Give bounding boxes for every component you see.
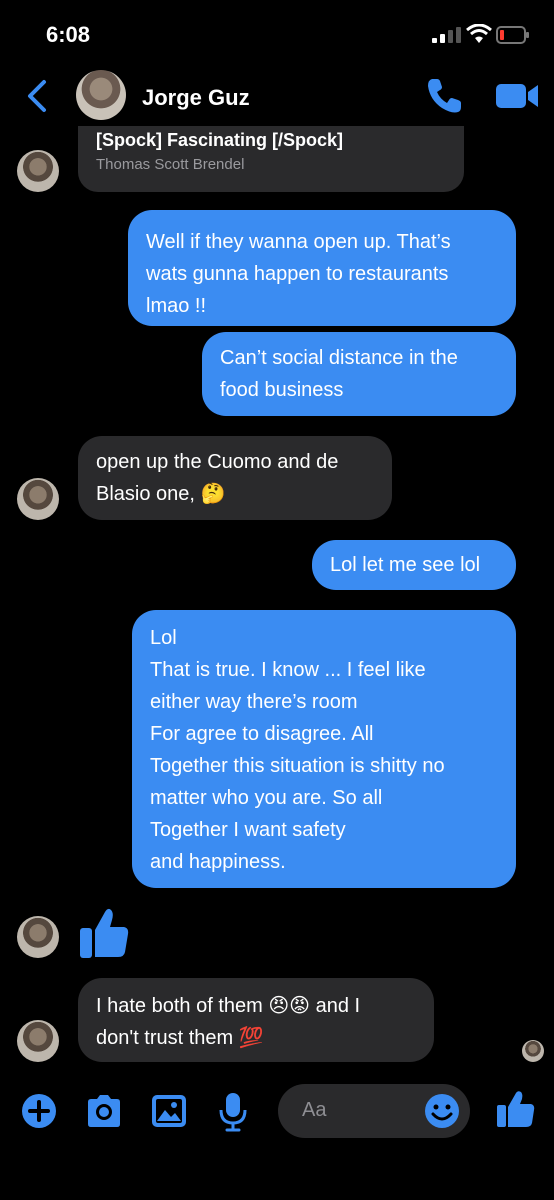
message-line: Can’t social distance in the	[220, 347, 458, 369]
quoted-message[interactable]: [Spock] Fascinating [/Spock] Thomas Scot…	[78, 126, 464, 192]
conversation-header: Jorge Guz	[0, 60, 554, 132]
message-line: For agree to disagree. All	[150, 723, 374, 745]
sender-avatar[interactable]	[17, 478, 59, 520]
message-line: I hate both of them 😠😡 and I	[96, 995, 361, 1017]
sender-avatar[interactable]	[17, 916, 59, 958]
message-line: food business	[220, 379, 344, 401]
image-icon[interactable]	[150, 1092, 188, 1130]
message-line: Well if they wanna open up. That’s	[146, 231, 451, 253]
contact-avatar[interactable]	[76, 70, 126, 120]
thumbs-up-send-icon[interactable]	[496, 1089, 536, 1129]
message-line: either way there’s room	[150, 691, 358, 713]
contact-name[interactable]: Jorge Guz	[142, 85, 250, 111]
outgoing-message[interactable]: Can’t social distance in the food busine…	[202, 332, 516, 416]
message-line: Together I want safety	[150, 819, 346, 841]
emoji-icon[interactable]	[424, 1093, 460, 1129]
message-line: Lol	[150, 627, 177, 649]
message-line: lmao !!	[146, 295, 207, 317]
message-line: Together this situation is shitty no	[150, 755, 445, 777]
message-line: don't trust them 💯	[96, 1027, 264, 1049]
camera-icon[interactable]	[84, 1092, 124, 1130]
microphone-icon[interactable]	[218, 1092, 248, 1132]
message-input-placeholder: Aa	[302, 1099, 327, 1121]
back-chevron-icon[interactable]	[24, 78, 50, 114]
message-line: Lol let me see lol	[330, 554, 481, 576]
cellular-signal-icon	[432, 27, 461, 43]
message-line: That is true. I know ... I feel like	[150, 659, 426, 681]
message-line: matter who you are. So all	[150, 787, 383, 809]
incoming-message[interactable]: I hate both of them 😠😡 and I don't trust…	[78, 978, 434, 1062]
phone-icon[interactable]	[424, 76, 464, 116]
sender-avatar[interactable]	[17, 1020, 59, 1062]
message-line: Blasio one, 🤔	[96, 483, 226, 505]
battery-icon	[496, 26, 529, 44]
incoming-message[interactable]: open up the Cuomo and de Blasio one, 🤔	[78, 436, 392, 520]
status-time: 6:08	[46, 22, 91, 47]
plus-icon[interactable]	[20, 1092, 58, 1130]
video-camera-icon[interactable]	[494, 80, 540, 112]
outgoing-message[interactable]: Well if they wanna open up. That’s wats …	[128, 210, 516, 326]
message-line: open up the Cuomo and de	[96, 451, 339, 473]
outgoing-message[interactable]: Lol That is true. I know ... I feel like…	[132, 610, 516, 888]
outgoing-message[interactable]: Lol let me see lol	[312, 540, 516, 590]
wifi-icon	[466, 24, 492, 43]
quote-title: [Spock] Fascinating [/Spock]	[96, 130, 344, 150]
sender-avatar[interactable]	[17, 150, 59, 192]
seen-avatar	[522, 1040, 544, 1062]
message-line: wats gunna happen to restaurants	[146, 263, 449, 285]
message-composer: Aa	[0, 1076, 554, 1146]
thumbs-up-icon[interactable]	[78, 906, 130, 960]
message-input[interactable]: Aa	[278, 1084, 470, 1138]
message-line: and happiness.	[150, 851, 286, 873]
quote-author: Thomas Scott Brendel	[96, 156, 245, 173]
